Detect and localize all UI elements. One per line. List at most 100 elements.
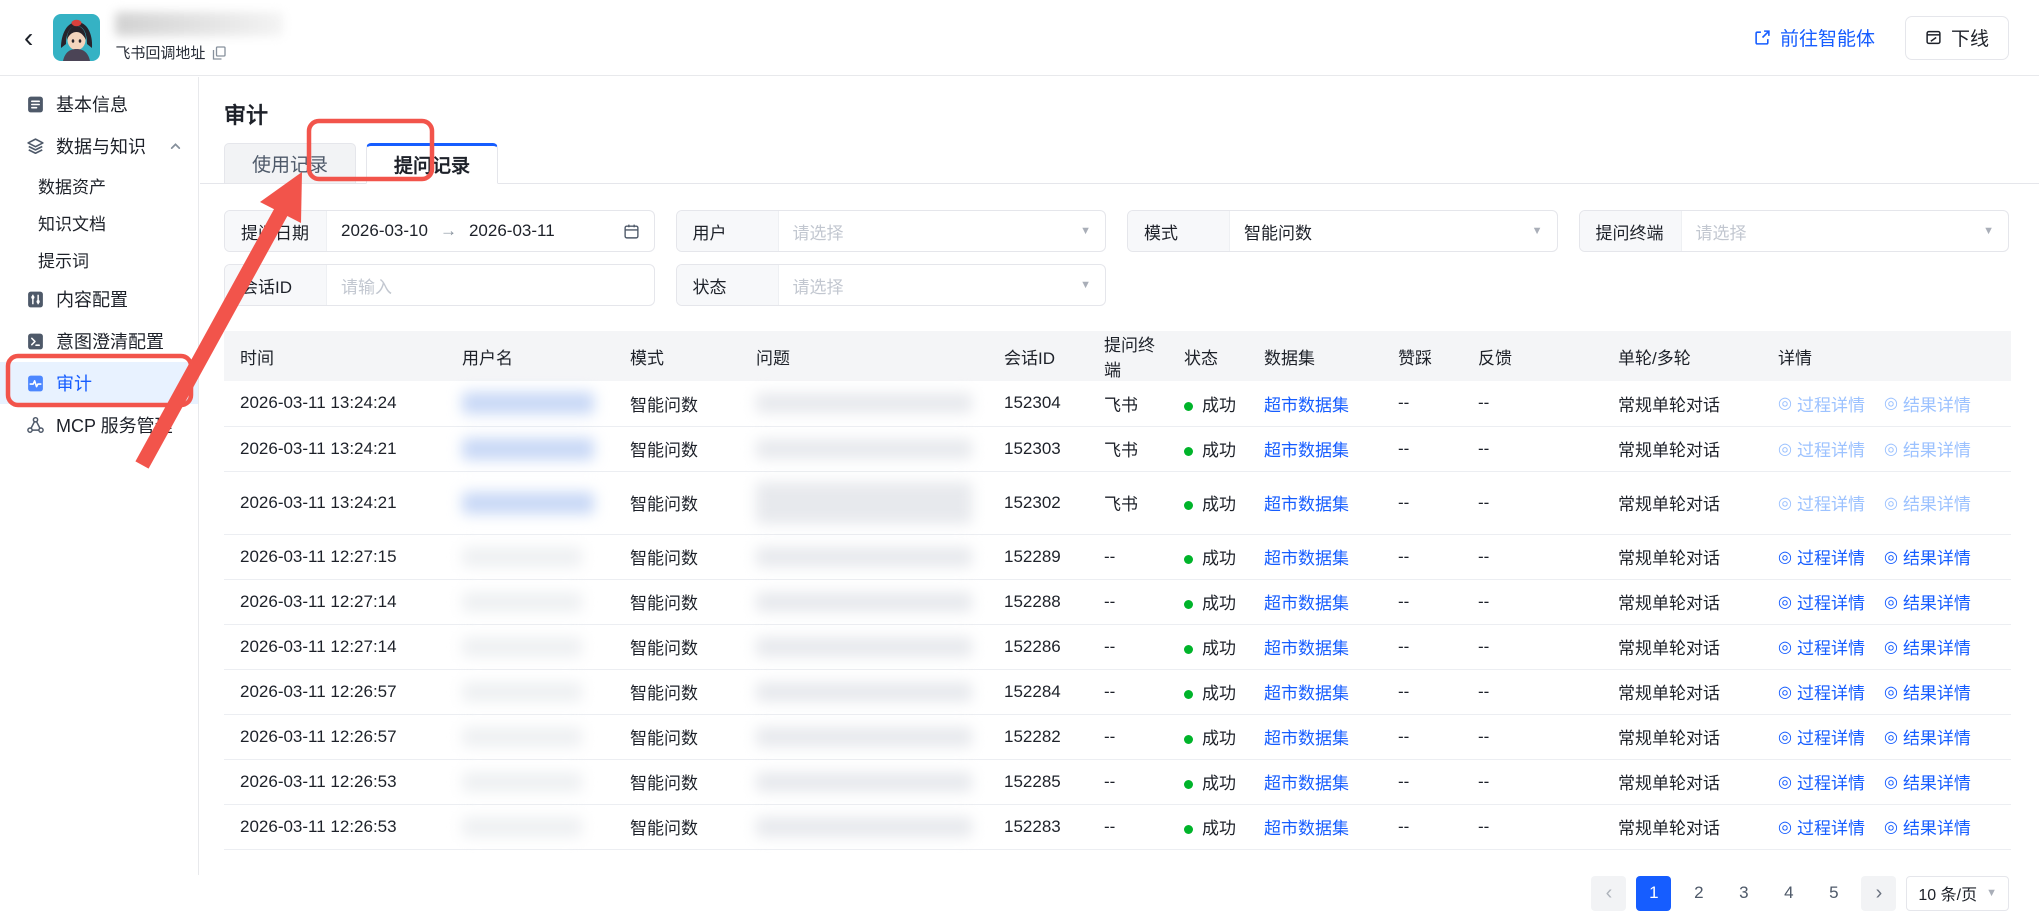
sidebar-item-知识文档[interactable]: 知识文档 xyxy=(0,204,198,241)
dataset-link[interactable]: 超市数据集 xyxy=(1264,639,1349,658)
copy-icon[interactable] xyxy=(212,46,226,60)
dataset-link[interactable]: 超市数据集 xyxy=(1264,729,1349,748)
page-number-4[interactable]: 4 xyxy=(1771,876,1806,911)
process-detail-link[interactable]: ◎过程详情 xyxy=(1778,391,1865,416)
calendar-icon[interactable] xyxy=(623,223,640,240)
sidebar-item-数据资产[interactable]: 数据资产 xyxy=(0,167,198,204)
process-detail-link[interactable]: ◎过程详情 xyxy=(1778,679,1865,704)
cell-question xyxy=(740,579,988,624)
sidebar-item-数据与知识[interactable]: 数据与知识 xyxy=(0,125,198,167)
sidebar-item-label: 内容配置 xyxy=(56,286,128,312)
cell-question xyxy=(740,426,988,471)
filter-session-id[interactable]: 会话ID 请输入 xyxy=(224,264,655,306)
filter-terminal[interactable]: 提问终端 请选择 ▼ xyxy=(1579,210,2010,252)
page-size-value: 10 条/页 xyxy=(1918,881,1977,905)
offline-button[interactable]: 下线 xyxy=(1905,16,2009,60)
dataset-link[interactable]: 超市数据集 xyxy=(1264,495,1349,514)
sidebar-item-内容配置[interactable]: 内容配置 xyxy=(0,278,198,320)
cell-question xyxy=(740,714,988,759)
dataset-link[interactable]: 超市数据集 xyxy=(1264,594,1349,613)
date-end-value[interactable]: 2026-03-11 xyxy=(469,221,555,241)
cell-username xyxy=(446,534,614,579)
cell-time: 2026-03-11 13:24:21 xyxy=(224,471,446,534)
agent-name-blurred xyxy=(115,12,283,36)
filter-user[interactable]: 用户 请选择 ▼ xyxy=(676,210,1107,252)
goto-agent-link[interactable]: 前往智能体 xyxy=(1754,24,1875,51)
tab-question-record[interactable]: 提问记录 xyxy=(366,143,498,184)
result-detail-link[interactable]: ◎结果详情 xyxy=(1884,814,1971,839)
chevron-up-icon[interactable] xyxy=(169,140,182,153)
status-dot xyxy=(1184,690,1193,699)
page-number-1[interactable]: 1 xyxy=(1636,876,1671,911)
cell-question xyxy=(740,759,988,804)
layers-icon xyxy=(26,137,45,156)
page-size-select[interactable]: 10 条/页 ▼ xyxy=(1906,876,2009,911)
status-dot xyxy=(1184,645,1193,654)
process-detail-link[interactable]: ◎过程详情 xyxy=(1778,814,1865,839)
filter-status[interactable]: 状态 请选择 ▼ xyxy=(676,264,1107,306)
cell-session-id: 152302 xyxy=(988,471,1088,534)
filter-bar: 提问日期 2026-03-10 → 2026-03-11 用户 请选择 ▼ 模式… xyxy=(224,210,2009,306)
dataset-link[interactable]: 超市数据集 xyxy=(1264,684,1349,703)
cell-dataset: 超市数据集 xyxy=(1248,426,1382,471)
next-page-icon[interactable]: › xyxy=(1861,876,1896,911)
eye-icon: ◎ xyxy=(1778,439,1792,459)
sidebar-item-MCP 服务管理[interactable]: MCP 服务管理 xyxy=(0,404,198,446)
page-number-3[interactable]: 3 xyxy=(1726,876,1761,911)
process-detail-link[interactable]: ◎过程详情 xyxy=(1778,634,1865,659)
cell-session-id: 152303 xyxy=(988,426,1088,471)
prev-page-icon[interactable]: ‹ xyxy=(1591,876,1626,911)
dataset-link[interactable]: 超市数据集 xyxy=(1264,819,1349,838)
dataset-link[interactable]: 超市数据集 xyxy=(1264,774,1349,793)
cell-feedback: -- xyxy=(1462,714,1602,759)
cell-like: -- xyxy=(1382,714,1462,759)
sidebar-item-提示词[interactable]: 提示词 xyxy=(0,241,198,278)
result-detail-link[interactable]: ◎结果详情 xyxy=(1884,679,1971,704)
sidebar-item-审计[interactable]: 审计 xyxy=(0,362,198,404)
dataset-link[interactable]: 超市数据集 xyxy=(1264,396,1349,415)
result-detail-link[interactable]: ◎结果详情 xyxy=(1884,544,1971,569)
process-detail-link[interactable]: ◎过程详情 xyxy=(1778,544,1865,569)
result-detail-link[interactable]: ◎结果详情 xyxy=(1884,589,1971,614)
result-detail-link[interactable]: ◎结果详情 xyxy=(1884,769,1971,794)
sidebar-item-label: 知识文档 xyxy=(38,210,106,235)
table-row: 2026-03-11 12:27:14智能问数152288--成功超市数据集--… xyxy=(224,579,2011,624)
audit-table: 时间用户名模式问题会话ID提问终端状态数据集赞踩反馈单轮/多轮详情 2026-0… xyxy=(224,331,2011,850)
result-detail-link[interactable]: ◎结果详情 xyxy=(1884,724,1971,749)
cell-username xyxy=(446,804,614,849)
cell-question xyxy=(740,624,988,669)
page-number-5[interactable]: 5 xyxy=(1816,876,1851,911)
process-detail-link[interactable]: ◎过程详情 xyxy=(1778,436,1865,461)
sidebar-item-label: 数据资产 xyxy=(38,173,106,198)
sidebar-item-意图澄清配置[interactable]: 意图澄清配置 xyxy=(0,320,198,362)
tab-usage-record[interactable]: 使用记录 xyxy=(224,143,356,184)
dataset-link[interactable]: 超市数据集 xyxy=(1264,441,1349,460)
eye-icon: ◎ xyxy=(1884,393,1898,413)
sidebar-item-基本信息[interactable]: 基本信息 xyxy=(0,83,198,125)
back-icon[interactable]: ‹ xyxy=(24,24,33,52)
dataset-link[interactable]: 超市数据集 xyxy=(1264,549,1349,568)
result-detail-link[interactable]: ◎结果详情 xyxy=(1884,436,1971,461)
cell-mode: 智能问数 xyxy=(614,804,740,849)
process-detail-link[interactable]: ◎过程详情 xyxy=(1778,769,1865,794)
eye-icon: ◎ xyxy=(1884,439,1898,459)
result-detail-link[interactable]: ◎结果详情 xyxy=(1884,391,1971,416)
audit-icon xyxy=(26,374,45,393)
eye-icon: ◎ xyxy=(1884,772,1898,792)
column-header: 数据集 xyxy=(1248,331,1382,381)
cell-details: ◎过程详情 ◎结果详情 xyxy=(1762,471,2011,534)
cell-mode: 智能问数 xyxy=(614,579,740,624)
cell-details: ◎过程详情 ◎结果详情 xyxy=(1762,624,2011,669)
process-detail-link[interactable]: ◎过程详情 xyxy=(1778,724,1865,749)
filter-mode[interactable]: 模式 智能问数 ▼ xyxy=(1127,210,1558,252)
page-number-2[interactable]: 2 xyxy=(1681,876,1716,911)
filter-date-range[interactable]: 提问日期 2026-03-10 → 2026-03-11 xyxy=(224,210,655,252)
table-row: 2026-03-11 13:24:21智能问数152302飞书成功超市数据集--… xyxy=(224,471,2011,534)
date-start-value[interactable]: 2026-03-10 xyxy=(341,221,428,241)
result-detail-link[interactable]: ◎结果详情 xyxy=(1884,490,1971,515)
result-detail-link[interactable]: ◎结果详情 xyxy=(1884,634,1971,659)
process-detail-link[interactable]: ◎过程详情 xyxy=(1778,490,1865,515)
blurred-question xyxy=(756,682,972,702)
process-detail-link[interactable]: ◎过程详情 xyxy=(1778,589,1865,614)
cell-session-id: 152286 xyxy=(988,624,1088,669)
